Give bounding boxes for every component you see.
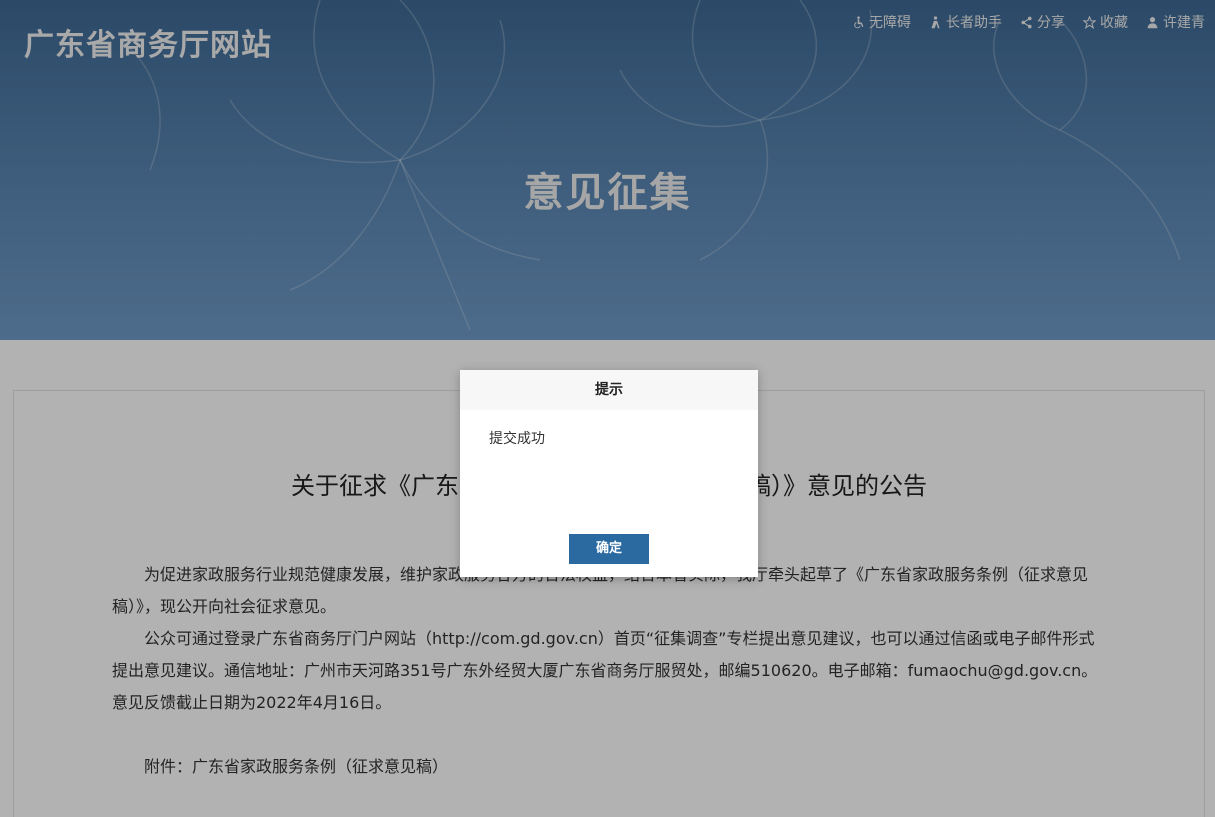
dialog-footer: 确定 xyxy=(460,534,758,564)
confirm-button[interactable]: 确定 xyxy=(569,534,649,564)
dialog-title: 提示 xyxy=(460,370,758,410)
page: 广东省商务厅网站 无障碍 长者助手 分享 收藏 许建青 意见征集 为促进家政服务… xyxy=(0,0,1215,817)
alert-dialog: 提示 提交成功 确定 xyxy=(460,370,758,577)
dialog-message: 提交成功 xyxy=(489,431,545,447)
